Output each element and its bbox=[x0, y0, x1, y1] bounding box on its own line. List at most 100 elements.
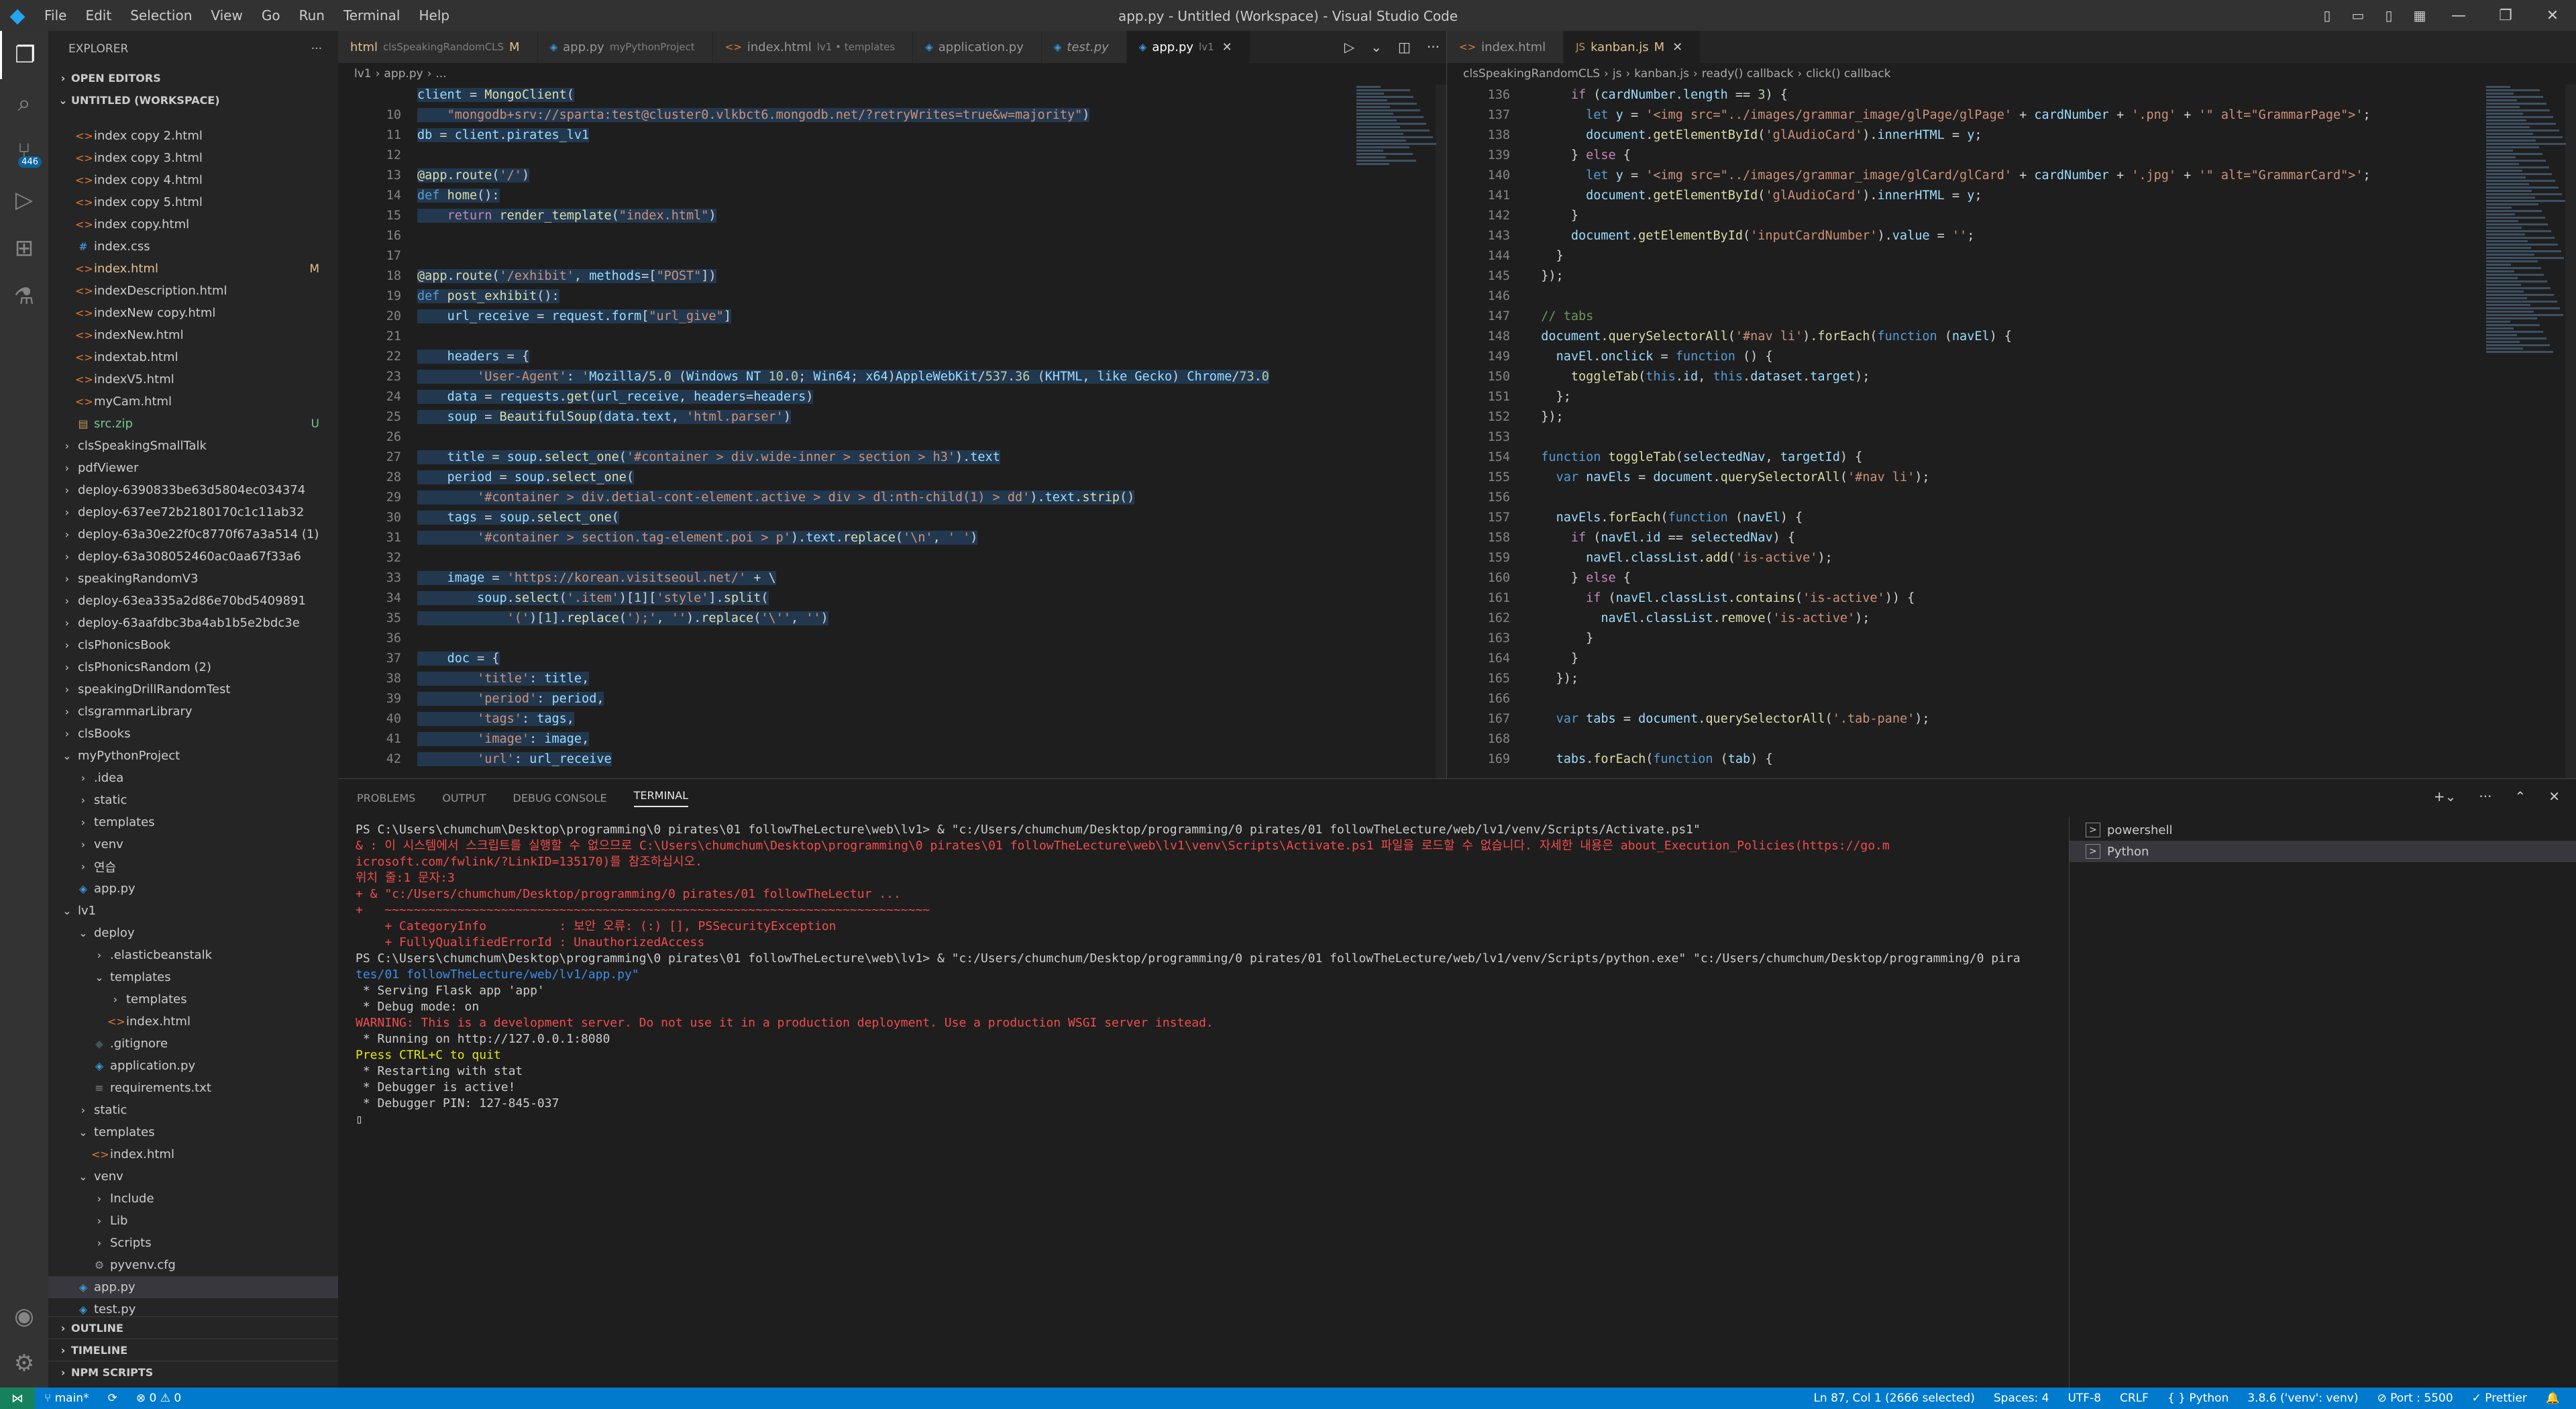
tree-item[interactable]: ◆ .gitignore bbox=[48, 1033, 338, 1055]
breadcrumb-item[interactable]: js bbox=[1613, 67, 1622, 81]
indentation[interactable]: Spaces: 4 bbox=[1984, 1392, 2059, 1405]
breadcrumb-item[interactable]: lv1 bbox=[354, 67, 372, 81]
breadcrumb-item[interactable]: kanban.js bbox=[1634, 67, 1689, 81]
run-debug-icon[interactable]: ▷ bbox=[0, 176, 48, 224]
tree-item[interactable]: <> index copy 4.html bbox=[48, 169, 338, 191]
tree-item[interactable]: ⌄ templates bbox=[48, 966, 338, 988]
minimap[interactable] bbox=[2486, 85, 2567, 778]
tree-item[interactable]: › Include bbox=[48, 1188, 338, 1210]
vertical-scrollbar[interactable] bbox=[1436, 85, 1446, 778]
terminal-output[interactable]: PS C:\Users\chumchum\Desktop\programming… bbox=[356, 822, 2059, 1128]
new-terminal-icon[interactable]: +⌄ bbox=[2434, 788, 2457, 804]
tree-item[interactable]: › clsSpeakingSmallTalk bbox=[48, 435, 338, 457]
code-editor[interactable]: 136 if (cardNumber.length == 3) {137 let… bbox=[1447, 85, 2576, 778]
tree-item[interactable]: <> index copy 3.html bbox=[48, 147, 338, 169]
tree-item[interactable]: ⌄ deploy bbox=[48, 922, 338, 944]
breadcrumb-item[interactable]: click() callback bbox=[1806, 67, 1890, 81]
editor-tab[interactable]: ◈ app.py lv1 ✕ bbox=[1126, 31, 1250, 63]
run-python-file-icon[interactable]: ▷ bbox=[1344, 39, 1354, 55]
editor-tab[interactable]: ◈ app.py myPythonProject bbox=[537, 31, 713, 63]
terminal-instance[interactable]: > powershell bbox=[2070, 819, 2576, 841]
menu-terminal[interactable]: Terminal bbox=[334, 0, 410, 31]
tree-item[interactable]: ⌄ myPythonProject bbox=[48, 745, 338, 767]
tree-item[interactable]: › static bbox=[48, 789, 338, 811]
encoding[interactable]: UTF-8 bbox=[2058, 1392, 2110, 1405]
menu-view[interactable]: View bbox=[201, 0, 252, 31]
close-panel-icon[interactable]: ✕ bbox=[2548, 788, 2560, 804]
tree-item[interactable]: › Lib bbox=[48, 1210, 338, 1232]
editor-tab[interactable]: ◈ test.py bbox=[1041, 31, 1127, 63]
tree-item[interactable]: <> indexV5.html bbox=[48, 368, 338, 390]
line-ending[interactable]: CRLF bbox=[2110, 1392, 2158, 1405]
more-actions-icon[interactable]: ··· bbox=[311, 42, 322, 56]
panel-tab-terminal[interactable]: TERMINAL bbox=[633, 789, 689, 807]
maximize-panel-icon[interactable]: ⌃ bbox=[2514, 788, 2526, 804]
breadcrumb-item[interactable]: clsSpeakingRandomCLS bbox=[1463, 67, 1600, 81]
tree-item[interactable]: › 연습 bbox=[48, 855, 338, 878]
tree-item[interactable]: <> indexNew copy.html bbox=[48, 302, 338, 324]
tree-item[interactable]: › .elasticbeanstalk bbox=[48, 944, 338, 966]
tree-item[interactable]: <> myCam.html bbox=[48, 390, 338, 413]
files-icon[interactable]: ❐ bbox=[0, 31, 48, 79]
git-branch[interactable]: ⑂ main* bbox=[35, 1392, 99, 1405]
account-icon[interactable]: ◉ bbox=[0, 1292, 48, 1341]
tree-item[interactable]: › deploy-63a308052460ac0aa67f33a6 bbox=[48, 545, 338, 568]
close-tab-icon[interactable]: ✕ bbox=[1672, 40, 1682, 54]
editor-tab[interactable]: <> index.html bbox=[1447, 31, 1564, 63]
tree-item[interactable]: # index.css bbox=[48, 236, 338, 258]
tree-item[interactable]: › deploy-63ea335a2d86e70bd5409891 bbox=[48, 590, 338, 612]
close-icon[interactable]: ✕ bbox=[2529, 0, 2576, 31]
menu-help[interactable]: Help bbox=[409, 0, 459, 31]
tree-item[interactable]: ◈ application.py bbox=[48, 1055, 338, 1077]
tree-item[interactable]: › clsgrammarLibrary bbox=[48, 700, 338, 723]
tree-item[interactable]: › templates bbox=[48, 811, 338, 833]
tree-item[interactable]: ⚙ pyvenv.cfg bbox=[48, 1254, 338, 1276]
more-actions-icon[interactable]: ··· bbox=[1427, 39, 1440, 55]
menu-selection[interactable]: Selection bbox=[121, 0, 201, 31]
menu-run[interactable]: Run bbox=[290, 0, 334, 31]
language-mode[interactable]: { } Python bbox=[2158, 1392, 2238, 1405]
toggle-panel-icon[interactable]: ▭ bbox=[2343, 0, 2373, 31]
tree-item[interactable]: <> indexNew.html bbox=[48, 324, 338, 346]
manage-gear-icon[interactable]: ⚙ bbox=[0, 1339, 48, 1388]
tree-item[interactable]: › venv bbox=[48, 833, 338, 855]
editor-tab[interactable]: <> index.html lv1 • templates bbox=[712, 31, 914, 63]
tree-item[interactable]: ◈ app.py bbox=[48, 1276, 338, 1298]
tree-item[interactable]: <> index copy 5.html bbox=[48, 191, 338, 213]
tree-item[interactable]: ▤ src.zip U bbox=[48, 413, 338, 435]
panel-tab-output[interactable]: OUTPUT bbox=[442, 792, 486, 804]
outline-section[interactable]: › OUTLINE bbox=[48, 1316, 338, 1339]
tree-item[interactable]: ◈ app.py bbox=[48, 878, 338, 900]
tree-item[interactable]: ⌄ templates bbox=[48, 1121, 338, 1143]
tree-item[interactable]: <> index.html M bbox=[48, 258, 338, 280]
editor-tab[interactable]: html clsSpeakingRandomCLS M bbox=[338, 31, 538, 63]
code-editor[interactable]: client = MongoClient(10 "mongodb+srv://s… bbox=[338, 85, 1446, 778]
restore-icon[interactable]: ❐ bbox=[2482, 0, 2529, 31]
python-interpreter[interactable]: 3.8.6 ('venv': venv) bbox=[2238, 1392, 2367, 1405]
tree-item[interactable]: › clsPhonicsBook bbox=[48, 634, 338, 656]
breadcrumb-item[interactable]: app.py bbox=[384, 67, 423, 81]
extensions-icon[interactable]: ⊞ bbox=[0, 224, 48, 272]
toggle-secondary-sidebar-icon[interactable]: ▯ bbox=[2373, 0, 2404, 31]
source-control-icon[interactable]: ⑂ 446 bbox=[0, 127, 48, 176]
tree-item[interactable]: › pdfViewer bbox=[48, 457, 338, 479]
testing-icon[interactable]: ⚗ bbox=[0, 272, 48, 321]
tree-item[interactable]: <> indexDescription.html bbox=[48, 280, 338, 302]
tree-item[interactable]: › deploy-637ee72b2180170c1c11ab32 bbox=[48, 501, 338, 523]
timeline-section[interactable]: › TIMELINE bbox=[48, 1339, 338, 1361]
cursor-position[interactable]: Ln 87, Col 1 (2666 selected) bbox=[1804, 1392, 1984, 1405]
split-editor-icon[interactable]: ◫ bbox=[1398, 39, 1411, 55]
tree-item[interactable]: › templates bbox=[48, 988, 338, 1010]
breadcrumb-item[interactable]: ready() callback bbox=[1702, 67, 1794, 81]
tree-item[interactable]: ⌄ lv1 bbox=[48, 900, 338, 922]
minimize-icon[interactable]: — bbox=[2435, 0, 2482, 31]
remote-icon[interactable]: ⋈ bbox=[0, 1388, 35, 1409]
breadcrumb-item[interactable]: ... bbox=[436, 67, 447, 81]
panel-tab-problems[interactable]: PROBLEMS bbox=[357, 792, 415, 804]
chevron-down-icon[interactable]: ⌄ bbox=[1371, 39, 1382, 55]
tree-item[interactable]: <> index copy 2.html bbox=[48, 125, 338, 147]
more-actions-icon[interactable]: ··· bbox=[2479, 788, 2491, 804]
minimap[interactable] bbox=[1356, 85, 1437, 778]
tree-item[interactable]: <> indextab.html bbox=[48, 346, 338, 368]
search-icon[interactable]: ⌕ bbox=[0, 79, 48, 127]
